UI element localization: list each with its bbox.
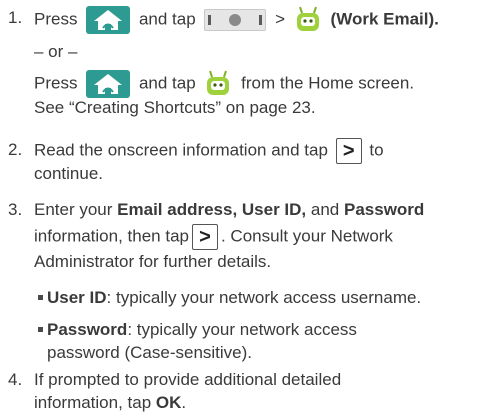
step-text: Press: [34, 73, 78, 93]
next-arrow-icon: >: [191, 224, 218, 250]
step-2-line-1: Read the onscreen information and tap > …: [34, 138, 384, 164]
ok-label: OK: [155, 393, 182, 412]
step-number: 1.: [8, 8, 23, 27]
launcher-bar-icon: [204, 9, 267, 31]
step-text: to: [369, 140, 384, 160]
field-names: Email address, User ID,: [117, 200, 307, 219]
step-text: and tap: [138, 9, 196, 29]
cross-reference: See “Creating Shortcuts” on page 23.: [34, 98, 316, 117]
step-4-line-1: If prompted to provide additional detail…: [34, 370, 342, 389]
bullet-label: Password: [47, 320, 128, 339]
step-2-line-2: continue.: [34, 164, 103, 183]
step-text: Read the onscreen information and tap: [34, 140, 328, 160]
bullet-text: : typically your network access username…: [106, 288, 422, 307]
step-1-line-1: Press and tap > (Work Email).: [34, 6, 439, 34]
step-text: from the Home screen.: [241, 73, 415, 93]
home-key-icon: [86, 6, 131, 34]
step-text: information, then tap: [34, 226, 189, 246]
step-number: 3.: [8, 200, 23, 219]
user-id-bullet: User ID: typically your network access u…: [38, 286, 421, 309]
password-field-name: Password: [344, 200, 425, 219]
password-bullet-continued: password (Case-sensitive).: [47, 343, 253, 362]
work-email-icon: [294, 6, 322, 34]
step-1-line-3: Press and tap from the Home screen.: [34, 70, 414, 98]
step-text: Press: [34, 9, 78, 29]
work-email-icon: [204, 70, 232, 98]
step-3-line-2: information, then tap >. Consult your Net…: [34, 224, 393, 250]
step-3-line-3: Administrator for further details.: [34, 252, 272, 271]
home-key-icon: [86, 70, 131, 98]
bullet-marker: [38, 295, 43, 301]
step-text: and tap: [138, 73, 196, 93]
step-text: . Consult your Network: [220, 226, 393, 246]
step-text: Enter your: [34, 200, 113, 219]
step-3-line-1: Enter your Email address, User ID, and P…: [34, 198, 424, 221]
next-arrow-icon: >: [335, 138, 362, 164]
step-text: and: [310, 200, 340, 219]
bullet-label: User ID: [47, 288, 107, 307]
bullet-text: : typically your network access: [127, 320, 357, 339]
or-separator: – or –: [34, 42, 78, 61]
step-text: information, tap: [34, 393, 152, 412]
step-text: .: [181, 393, 187, 412]
step-number: 4.: [8, 370, 23, 389]
bullet-marker: [38, 327, 43, 333]
step-text: >: [275, 9, 286, 29]
work-email-label: (Work Email).: [330, 9, 439, 29]
step-4-line-2: information, tap OK.: [34, 391, 186, 414]
password-bullet: Password: typically your network access: [38, 318, 357, 341]
step-number: 2.: [8, 140, 23, 159]
